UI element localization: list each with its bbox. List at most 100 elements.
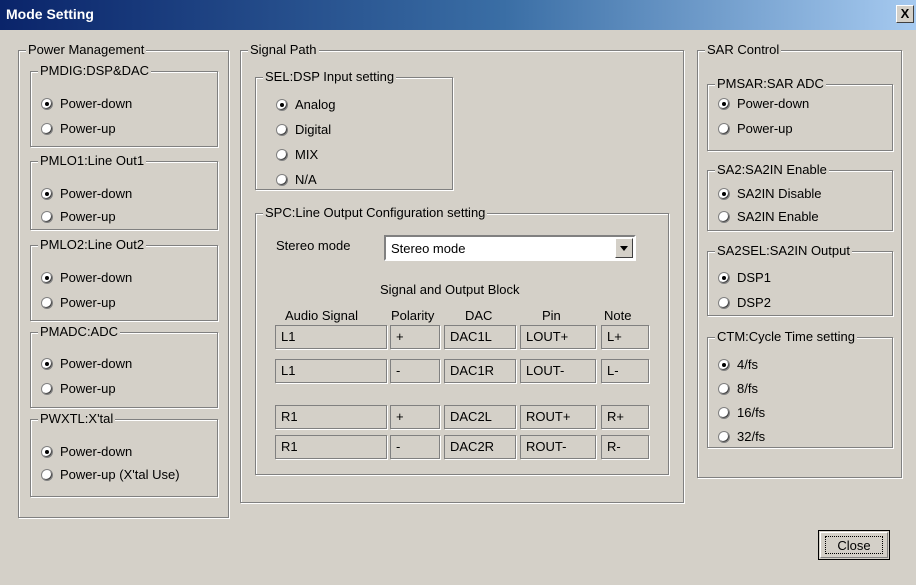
radio-option-dsp2[interactable]: DSP2 [718,295,771,310]
radio-option-power-down[interactable]: Power-down [41,356,132,371]
radio-option-4-fs[interactable]: 4/fs [718,357,758,372]
radio-option-mix[interactable]: MIX [276,147,318,162]
radio-label: Power-up [60,381,116,396]
column-header-pin: Pin [542,308,561,323]
group-title: PMLO2:Line Out2 [38,237,147,252]
radio-option-digital[interactable]: Digital [276,122,331,137]
radio-option-power-down[interactable]: Power-down [41,96,132,111]
radio-label: Power-down [60,96,133,111]
radio-option-power-up[interactable]: Power-up [41,121,116,136]
radio-button-icon[interactable] [718,382,730,395]
close-button-label: Close [825,536,883,554]
radio-button-icon[interactable] [718,122,730,135]
group-title: PMDIG:DSP&DAC [38,63,152,78]
radio-button-icon[interactable] [41,97,53,110]
radio-label: Power-down [60,270,133,285]
table-cell: L+ [601,325,649,349]
group-title: CTM:Cycle Time setting [715,329,857,344]
table-cell: DAC1L [444,325,516,349]
stereo-mode-select[interactable]: Stereo mode [384,235,636,261]
radio-option-dsp1[interactable]: DSP1 [718,270,771,285]
radio-label: 8/fs [737,381,758,396]
radio-option-sa2in-disable[interactable]: SA2IN Disable [718,186,822,201]
group-title: PMLO1:Line Out1 [38,153,147,168]
radio-button-icon[interactable] [276,148,288,161]
group-title: Power Management [26,42,147,57]
radio-option-power-down[interactable]: Power-down [718,96,809,111]
radio-label: 32/fs [737,429,766,444]
radio-option-32-fs[interactable]: 32/fs [718,429,765,444]
radio-button-icon[interactable] [41,210,53,223]
radio-button-icon[interactable] [718,271,730,284]
table-cell: - [390,435,440,459]
chevron-down-icon[interactable] [615,238,633,258]
table-cell: ROUT+ [520,405,596,429]
radio-button-icon[interactable] [41,296,53,309]
radio-option-power-up[interactable]: Power-up [718,121,793,136]
table-cell: DAC1R [444,359,516,383]
radio-button-icon[interactable] [41,468,53,481]
radio-label: Power-down [737,96,810,111]
close-button[interactable]: Close [818,530,890,560]
radio-option-power-down[interactable]: Power-down [41,186,132,201]
radio-button-icon[interactable] [718,97,730,110]
radio-button-icon[interactable] [41,187,53,200]
table-cell: R+ [601,405,649,429]
radio-label: Digital [295,122,332,137]
radio-label: SA2IN Disable [737,186,822,201]
radio-button-icon[interactable] [718,210,730,223]
table-cell: DAC2R [444,435,516,459]
group-title: Signal Path [248,42,319,57]
table-cell: L- [601,359,649,383]
radio-button-icon[interactable] [41,382,53,395]
radio-button-icon[interactable] [41,271,53,284]
radio-button-icon[interactable] [41,357,53,370]
radio-option-power-down[interactable]: Power-down [41,270,132,285]
window-title: Mode Setting [6,6,94,22]
radio-label: Power-down [60,186,133,201]
radio-option-sa2in-enable[interactable]: SA2IN Enable [718,209,819,224]
radio-option-power-up-x-tal-use[interactable]: Power-up (X'tal Use) [41,467,180,482]
table-cell: ROUT- [520,435,596,459]
group-title: SA2SEL:SA2IN Output [715,243,852,258]
radio-button-icon[interactable] [718,296,730,309]
radio-label: Power-down [60,356,133,371]
radio-option-analog[interactable]: Analog [276,97,335,112]
table-cell: LOUT- [520,359,596,383]
radio-button-icon[interactable] [41,122,53,135]
radio-label: Power-up [60,121,116,136]
radio-option-power-down[interactable]: Power-down [41,444,132,459]
radio-button-icon[interactable] [41,445,53,458]
radio-label: Analog [295,97,336,112]
radio-option-power-up[interactable]: Power-up [41,295,116,310]
radio-button-icon[interactable] [718,187,730,200]
radio-option-n-a[interactable]: N/A [276,172,317,187]
column-header-polarity: Polarity [391,308,435,323]
column-header-note: Note [604,308,632,323]
radio-label: Power-up [60,209,116,224]
group-title: SAR Control [705,42,782,57]
radio-button-icon[interactable] [718,358,730,371]
radio-option-8-fs[interactable]: 8/fs [718,381,758,396]
radio-option-power-up[interactable]: Power-up [41,381,116,396]
radio-button-icon[interactable] [276,123,288,136]
radio-button-icon[interactable] [276,98,288,111]
radio-option-16-fs[interactable]: 16/fs [718,405,765,420]
table-cell: DAC2L [444,405,516,429]
radio-button-icon[interactable] [718,430,730,443]
group-title: PWXTL:X'tal [38,411,116,426]
radio-button-icon[interactable] [276,173,288,186]
close-icon[interactable]: X [896,5,914,23]
radio-option-power-up[interactable]: Power-up [41,209,116,224]
radio-button-icon[interactable] [718,406,730,419]
radio-label: N/A [295,172,317,187]
column-header-dac: DAC [465,308,493,323]
stereo-mode-value: Stereo mode [391,241,466,256]
table-cell: L1 [275,325,387,349]
radio-label: MIX [295,147,319,162]
group-title: SPC:Line Output Configuration setting [263,205,488,220]
table-cell: R1 [275,435,387,459]
group-title: SEL:DSP Input setting [263,69,397,84]
radio-label: DSP2 [737,295,771,310]
radio-label: Power-up (X'tal Use) [60,467,180,482]
